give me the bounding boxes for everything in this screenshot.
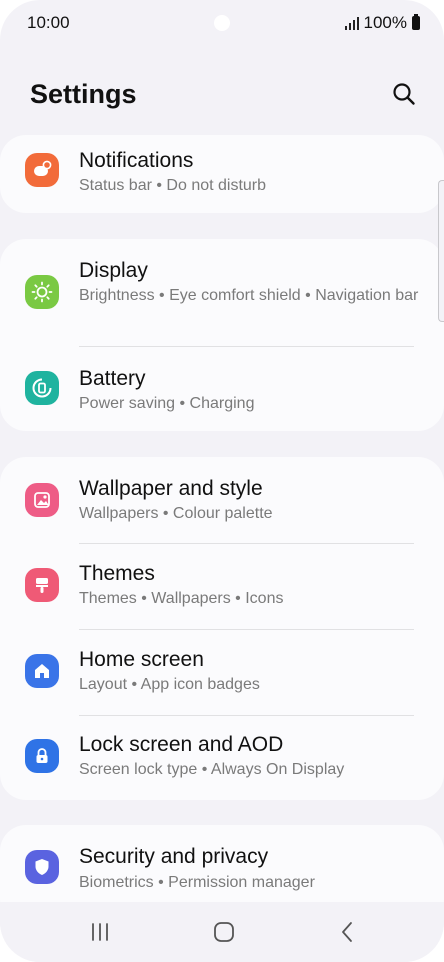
search-icon (393, 83, 415, 105)
scroll-handle[interactable] (438, 180, 444, 322)
settings-card-appearance: Wallpaper and style Wallpapers • Colour … (0, 457, 444, 800)
settings-screen: 10:00 100% Settings Notifications Status… (0, 0, 444, 962)
settings-item-wallpaper[interactable]: Wallpaper and style Wallpapers • Colour … (0, 457, 444, 543)
item-subtitle: Brightness • Eye comfort shield • Naviga… (79, 287, 419, 304)
shield-icon (25, 850, 59, 884)
item-subtitle: Biometrics • Permission manager (79, 874, 315, 891)
item-title: Battery (79, 367, 146, 390)
brush-icon (25, 568, 59, 602)
home-button-icon (214, 922, 234, 942)
item-title: Wallpaper and style (79, 477, 263, 500)
settings-card-display: Display Brightness • Eye comfort shield … (0, 239, 444, 431)
sun-icon (25, 275, 59, 309)
item-title: Display (79, 259, 148, 282)
item-subtitle: Screen lock type • Always On Display (79, 761, 345, 778)
settings-item-themes[interactable]: Themes Themes • Wallpapers • Icons (0, 544, 444, 629)
status-bar: 10:00 100% (0, 0, 444, 46)
header: Settings (0, 70, 444, 122)
status-time: 10:00 (27, 13, 70, 32)
item-title: Notifications (79, 149, 194, 172)
item-title: Security and privacy (79, 845, 269, 868)
notifications-icon (25, 153, 59, 187)
settings-item-display[interactable]: Display Brightness • Eye comfort shield … (0, 239, 444, 346)
recent-apps-button[interactable] (80, 914, 120, 950)
settings-item-security[interactable]: Security and privacy Biometrics • Permis… (0, 825, 444, 905)
item-title: Lock screen and AOD (79, 733, 284, 756)
settings-card-notifications: Notifications Status bar • Do not distur… (0, 135, 444, 213)
item-subtitle: Layout • App icon badges (79, 676, 260, 693)
lock-icon (25, 739, 59, 773)
settings-item-lock-screen[interactable]: Lock screen and AOD Screen lock type • A… (0, 716, 444, 800)
home-icon (25, 654, 59, 688)
battery-percent: 100% (363, 13, 407, 32)
item-subtitle: Power saving • Charging (79, 395, 255, 412)
settings-item-home-screen[interactable]: Home screen Layout • App icon badges (0, 630, 444, 715)
navigation-bar (0, 902, 444, 962)
status-indicators: 100% (344, 13, 420, 33)
item-subtitle: Status bar • Do not disturb (79, 177, 267, 194)
item-title: Home screen (79, 648, 204, 671)
item-title: Themes (79, 562, 155, 585)
image-icon (25, 483, 59, 517)
battery-icon (25, 371, 59, 405)
search-button[interactable] (386, 76, 422, 112)
front-camera (214, 15, 230, 31)
recent-apps-icon (92, 923, 108, 941)
settings-item-notifications[interactable]: Notifications Status bar • Do not distur… (0, 135, 444, 213)
settings-item-battery[interactable]: Battery Power saving • Charging (0, 347, 444, 431)
page-title: Settings (30, 79, 137, 109)
back-icon (342, 922, 352, 942)
back-button[interactable] (328, 914, 368, 950)
item-subtitle: Themes • Wallpapers • Icons (79, 590, 284, 607)
home-button[interactable] (204, 914, 244, 950)
signal-icon (344, 16, 359, 30)
item-subtitle: Wallpapers • Colour palette (79, 505, 273, 522)
battery-status-icon (412, 14, 420, 30)
